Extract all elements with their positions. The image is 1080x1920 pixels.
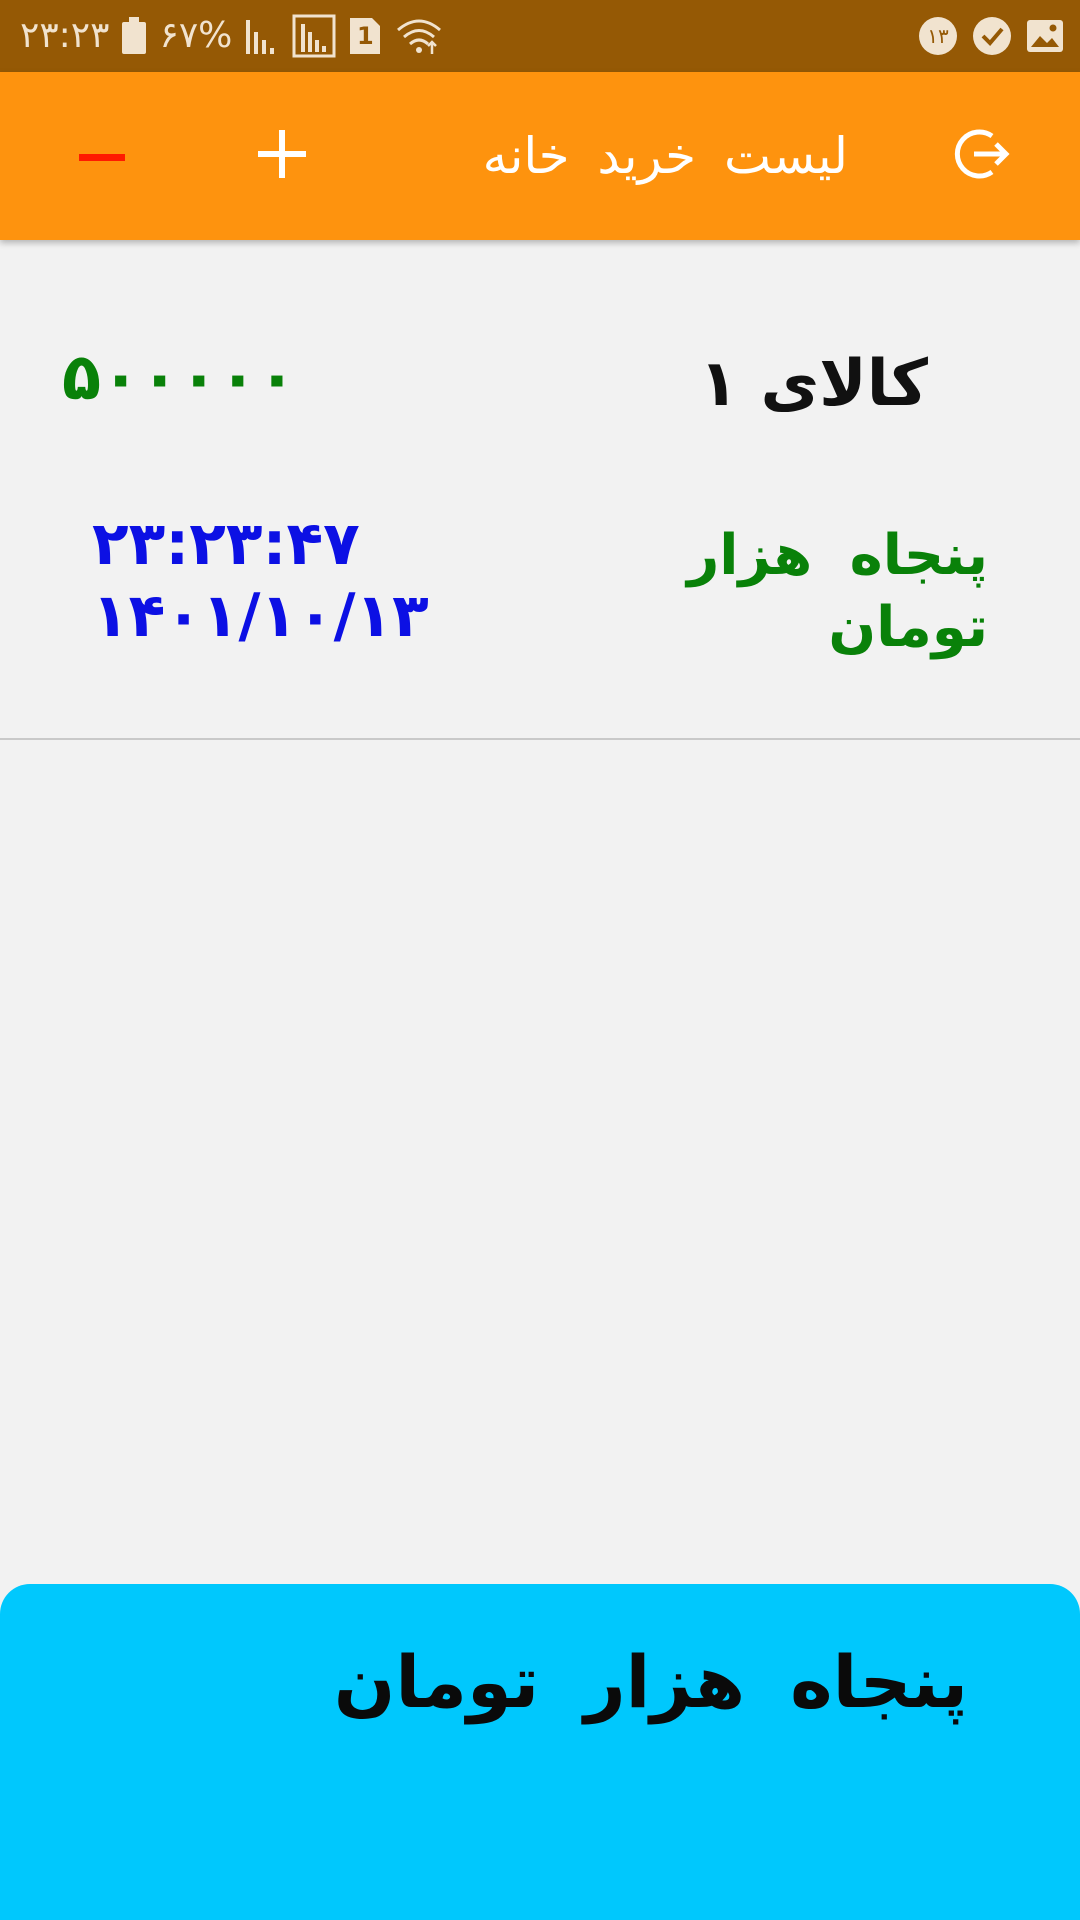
- status-time: ۲۳:۲۳: [20, 15, 110, 56]
- minus-icon: [79, 147, 125, 166]
- total-label: پنجاه هزار تومان: [333, 1640, 968, 1724]
- notification-count-icon: ۱۳: [918, 16, 958, 56]
- plus-icon: [258, 130, 306, 182]
- signal-icon: [244, 16, 280, 56]
- check-shield-icon: [972, 16, 1012, 56]
- total-panel: پنجاه هزار تومان: [0, 1584, 1080, 1920]
- battery-icon: [121, 17, 147, 55]
- item-price-number: ۵۰۰۰۰۰: [62, 341, 297, 415]
- list-item[interactable]: کالای ۱ ۵۰۰۰۰۰ پنجاه هزار تومان ۲۳:۲۳:۴۷…: [0, 240, 1080, 740]
- wifi-icon: [394, 16, 444, 56]
- add-button[interactable]: [234, 108, 330, 204]
- signal-box-icon: [292, 14, 336, 58]
- logout-button[interactable]: [934, 108, 1030, 204]
- item-time: ۲۳:۲۳:۴۷: [92, 509, 360, 579]
- battery-percent: ۶۷%: [159, 15, 233, 56]
- status-left: ۲۳:۲۳ ۶۷% 1: [20, 0, 444, 72]
- sim-icon: 1: [348, 16, 382, 56]
- item-date: ۱۴۰۱/۱۰/۱۳: [92, 581, 429, 651]
- image-icon: [1026, 19, 1064, 53]
- page-title: لیست خرید خانه: [482, 127, 848, 185]
- remove-button[interactable]: [54, 108, 150, 204]
- logout-icon: [952, 124, 1012, 188]
- sim-number: 1: [357, 22, 374, 50]
- item-name: کالای ۱: [699, 347, 928, 421]
- toolbar: لیست خرید خانه: [0, 72, 1080, 240]
- list-divider: [0, 738, 1080, 740]
- status-bar: ۲۳:۲۳ ۶۷% 1 ۱۳: [0, 0, 1080, 72]
- item-price-words: پنجاه هزار تومان: [687, 523, 988, 660]
- status-right: ۱۳: [918, 0, 1064, 72]
- notification-count: ۱۳: [927, 24, 949, 48]
